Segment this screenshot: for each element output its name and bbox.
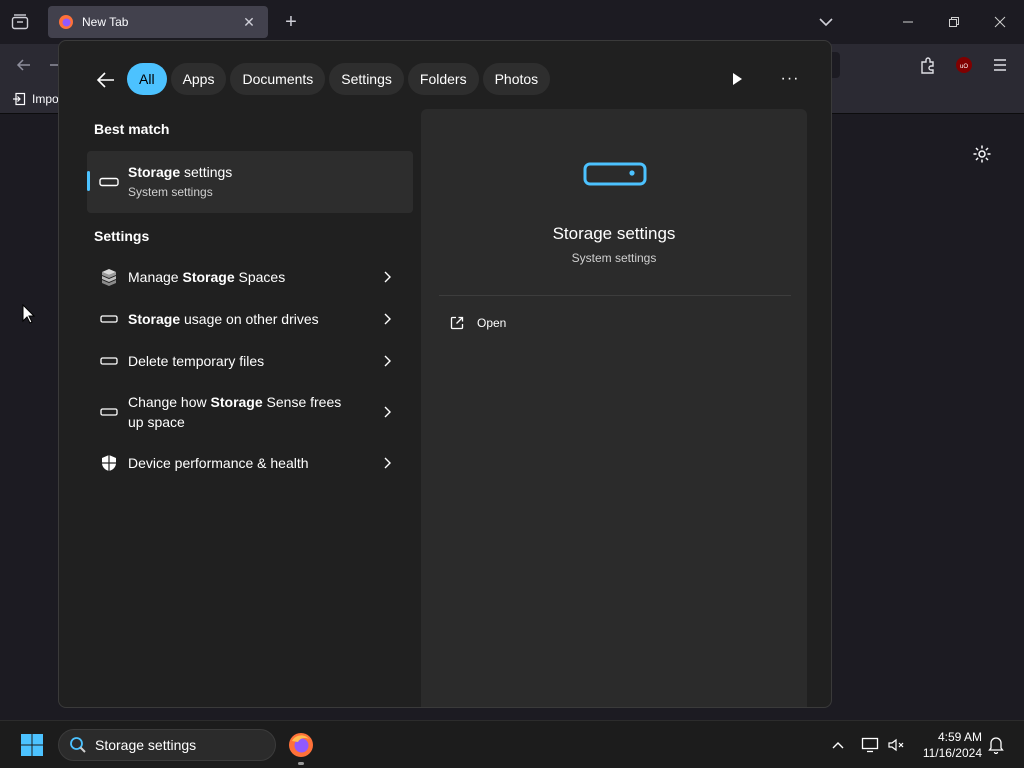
firefox-icon [59,15,73,29]
filter-photos[interactable]: Photos [482,63,551,95]
tab-list-icon[interactable] [8,10,32,34]
best-match-result[interactable]: Storage settings System settings [87,151,413,213]
mouse-pointer-icon [22,303,36,329]
filter-settings[interactable]: Settings [329,63,404,95]
best-match-title: Storage settings [128,164,233,180]
play-icon[interactable] [727,69,747,89]
new-tab-plus-icon[interactable]: + [280,11,302,33]
detail-title: Storage settings [552,224,676,243]
chevron-right-icon [384,355,391,367]
svg-text:uO: uO [960,64,968,70]
taskbar: 4:59 AM 11/16/2024 [0,720,1024,768]
drive-icon [99,309,119,329]
clock-date: 11/16/2024 [922,746,982,760]
back-arrow-icon[interactable] [95,69,117,91]
result-label: Device performance & health [128,455,309,471]
search-icon [70,737,86,753]
drive-icon [583,162,647,186]
settings-heading: Settings [94,228,150,244]
tab-new-tab[interactable]: New Tab ✕ [48,6,268,38]
result-delete-temporary-files[interactable]: Delete temporary files [87,341,413,381]
search-filter-chips: All Apps Documents Settings Folders Phot… [127,63,551,95]
running-indicator [298,762,304,765]
drive-icon [99,402,119,422]
taskbar-search-box[interactable] [58,729,276,761]
chevron-right-icon [384,313,391,325]
system-clock[interactable]: 4:59 AM 11/16/2024 [916,729,982,761]
close-tab-icon[interactable]: ✕ [240,13,258,31]
result-label: Storage usage on other drives [128,311,319,327]
close-window-icon[interactable] [988,10,1012,34]
filter-folders[interactable]: Folders [407,63,479,95]
windows-start-icon[interactable] [20,733,44,757]
chevron-up-icon[interactable] [828,735,848,755]
filter-apps[interactable]: Apps [170,63,227,95]
chevron-right-icon [384,457,391,469]
open-label: Open [477,316,507,330]
best-match-heading: Best match [94,121,170,137]
bookmark-label: Impo [32,92,59,106]
volume-muted-icon[interactable] [886,735,906,755]
chevron-right-icon [384,406,391,418]
result-label: Change how Storage Sense frees up space [128,394,342,430]
firefox-taskbar-icon[interactable] [288,732,314,758]
chevron-right-icon [384,271,391,283]
back-arrow-icon[interactable] [12,53,36,77]
chevron-down-icon[interactable] [816,12,836,32]
detail-subtitle: System settings [571,251,657,265]
selection-accent [87,171,90,191]
result-label: Manage Storage Spaces [128,269,286,285]
import-icon [13,92,26,106]
storage-spaces-icon [99,267,119,287]
bookmark-import[interactable]: Impo [12,92,59,106]
result-detail-pane: Storage settings System settings Open [421,109,807,707]
open-action[interactable]: Open [449,315,506,331]
result-device-performance-health[interactable]: Device performance & health [87,443,413,483]
extensions-icon[interactable] [916,53,940,77]
search-input[interactable] [95,737,265,753]
gear-icon[interactable] [972,144,992,164]
drive-icon [99,351,119,371]
tab-title: New Tab [82,15,129,29]
filter-all[interactable]: All [127,63,167,95]
best-match-subtitle: System settings [128,185,213,199]
start-search-panel: All Apps Documents Settings Folders Phot… [58,40,832,708]
ublock-origin-icon[interactable]: uO [952,53,976,77]
hamburger-menu-icon[interactable] [988,53,1012,77]
result-change-storage-sense[interactable]: Change how Storage Sense frees up space [87,387,413,437]
result-storage-usage-other-drives[interactable]: Storage usage on other drives [87,299,413,339]
open-external-icon [450,316,464,330]
restore-icon[interactable] [942,10,966,34]
result-manage-storage-spaces[interactable]: Manage Storage Spaces [87,257,413,297]
divider [439,295,791,296]
more-options-icon[interactable]: ··· [779,69,801,89]
tab-bar: New Tab ✕ + [0,0,1024,44]
minimize-icon[interactable] [896,10,920,34]
network-icon[interactable] [860,735,880,755]
result-label: Delete temporary files [128,353,265,369]
clock-time: 4:59 AM [937,730,982,744]
shield-icon [99,453,119,473]
notification-bell-icon[interactable] [986,735,1006,755]
drive-icon [99,177,119,187]
filter-documents[interactable]: Documents [230,63,326,95]
